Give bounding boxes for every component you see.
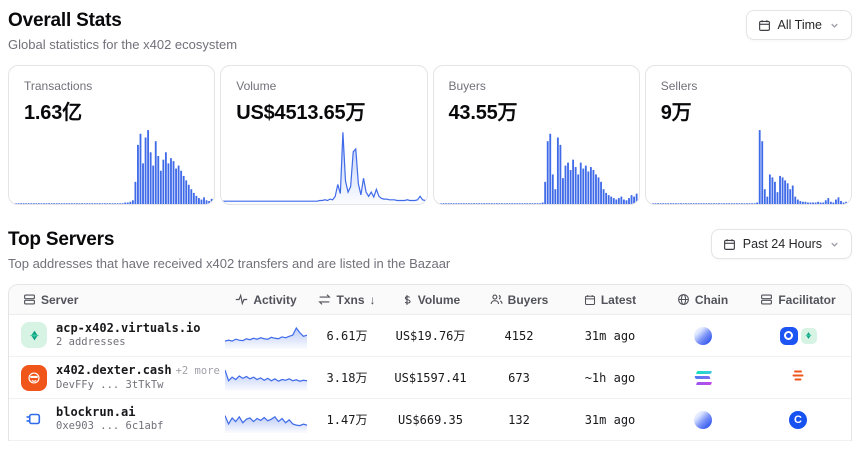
calendar-icon bbox=[758, 19, 771, 32]
stat-card-transactions: Transactions 1.63亿 bbox=[8, 65, 215, 205]
latest-value: 31m ago bbox=[560, 413, 660, 427]
dexter-avatar-icon bbox=[21, 365, 47, 391]
chevron-down-icon bbox=[829, 239, 840, 250]
buyers-chart bbox=[435, 128, 638, 204]
volume-chart bbox=[222, 128, 425, 204]
globe-icon bbox=[677, 293, 690, 306]
time-filter-label: All Time bbox=[778, 18, 822, 32]
stat-value: 43.55万 bbox=[449, 96, 624, 125]
section-subtitle: Top addresses that have received x402 tr… bbox=[8, 256, 450, 271]
activity-sparkline bbox=[225, 407, 307, 433]
facilitator-rows-icon bbox=[760, 293, 773, 306]
column-header-txns[interactable]: Txns ↓ bbox=[311, 293, 383, 307]
more-addresses-badge: +2 more bbox=[176, 365, 220, 377]
stat-card-sellers: Sellers 9万 bbox=[645, 65, 852, 205]
stat-label: Sellers bbox=[661, 79, 836, 93]
column-header-activity[interactable]: Activity bbox=[221, 293, 311, 307]
buyers-value: 4152 bbox=[478, 329, 560, 343]
stat-value: US$4513.65万 bbox=[236, 96, 411, 125]
buyers-value: 132 bbox=[478, 413, 560, 427]
solana-chain-icon bbox=[695, 371, 710, 385]
calendar-icon bbox=[723, 238, 736, 251]
table-row-acp-x402[interactable]: acp-x402.virtuals.io 2 addresses 6.61万 U… bbox=[9, 315, 851, 357]
stat-card-volume: Volume US$4513.65万 bbox=[220, 65, 427, 205]
latest-value: ~1h ago bbox=[560, 371, 660, 385]
base-chain-icon bbox=[694, 327, 712, 345]
txns-value: 3.18万 bbox=[311, 369, 383, 386]
base-chain-icon bbox=[694, 411, 712, 429]
column-header-buyers[interactable]: Buyers bbox=[478, 293, 560, 307]
activity-sparkline bbox=[225, 365, 307, 391]
buyers-people-icon bbox=[490, 293, 503, 306]
server-subtext: 0xe903 ... 6c1abf bbox=[56, 420, 163, 434]
server-subtext: DevFFy ... 3tTkTw bbox=[56, 379, 220, 393]
dexter-facilitator-icon bbox=[790, 368, 806, 387]
dashboard: Overall Stats Global statistics for the … bbox=[0, 0, 860, 441]
top-servers-header: Top Servers Top addresses that have rece… bbox=[8, 229, 852, 271]
cdp-facilitator-icon bbox=[780, 327, 798, 345]
txns-value: 1.47万 bbox=[311, 411, 383, 428]
top-servers-table: Server Activity Txns ↓ Volume Buye bbox=[8, 284, 852, 441]
server-name[interactable]: blockrun.ai bbox=[56, 405, 163, 421]
column-header-chain[interactable]: Chain bbox=[660, 293, 745, 307]
time-filter-label: Past 24 Hours bbox=[743, 237, 822, 251]
stat-label: Buyers bbox=[449, 79, 624, 93]
column-header-facilitator[interactable]: Facilitator bbox=[745, 293, 851, 307]
column-header-server[interactable]: Server bbox=[9, 293, 221, 307]
overall-stats-header: Overall Stats Global statistics for the … bbox=[8, 10, 852, 52]
column-header-latest[interactable]: Latest bbox=[560, 293, 660, 307]
section-title: Top Servers bbox=[8, 229, 450, 251]
sellers-chart bbox=[647, 128, 850, 204]
page-subtitle: Global statistics for the x402 ecosystem bbox=[8, 37, 237, 52]
server-name[interactable]: acp-x402.virtuals.io bbox=[56, 321, 201, 337]
activity-sparkline bbox=[225, 323, 307, 349]
past-24-hours-filter-button[interactable]: Past 24 Hours bbox=[711, 229, 852, 259]
virtuals-avatar-icon bbox=[21, 322, 47, 348]
txns-value: 6.61万 bbox=[311, 327, 383, 344]
calendar-icon bbox=[584, 294, 596, 306]
server-rows-icon bbox=[23, 293, 36, 306]
latest-value: 31m ago bbox=[560, 329, 660, 343]
page-title: Overall Stats bbox=[8, 10, 237, 32]
top-servers-section: Top Servers Top addresses that have rece… bbox=[8, 229, 852, 441]
sort-descending-icon: ↓ bbox=[370, 293, 376, 307]
dollar-icon bbox=[401, 294, 413, 306]
chevron-down-icon bbox=[829, 20, 840, 31]
coinbase-facilitator-icon: C bbox=[789, 411, 807, 429]
table-row-blockrun[interactable]: blockrun.ai 0xe903 ... 6c1abf 1.47万 US$6… bbox=[9, 399, 851, 441]
stat-value: 1.63亿 bbox=[24, 96, 199, 125]
all-time-filter-button[interactable]: All Time bbox=[746, 10, 852, 40]
column-header-volume[interactable]: Volume bbox=[383, 293, 478, 307]
volume-value: US$19.76万 bbox=[383, 327, 478, 344]
stat-card-buyers: Buyers 43.55万 bbox=[433, 65, 640, 205]
swap-arrows-icon bbox=[318, 293, 331, 306]
server-name[interactable]: x402.dexter.cash+2 more bbox=[56, 363, 220, 379]
activity-icon bbox=[235, 293, 248, 306]
volume-value: US$669.35 bbox=[383, 413, 478, 427]
virtuals-facilitator-icon bbox=[801, 328, 817, 344]
stat-label: Transactions bbox=[24, 79, 199, 93]
stat-value: 9万 bbox=[661, 96, 836, 125]
blockrun-avatar-icon bbox=[21, 406, 47, 432]
transactions-chart bbox=[10, 128, 213, 204]
table-row-dexter[interactable]: x402.dexter.cash+2 more DevFFy ... 3tTkT… bbox=[9, 357, 851, 399]
buyers-value: 673 bbox=[478, 371, 560, 385]
volume-value: US$1597.41 bbox=[383, 371, 478, 385]
server-subtext: 2 addresses bbox=[56, 336, 201, 350]
stat-cards: Transactions 1.63亿 Volume US$4513.65万 Bu… bbox=[8, 65, 852, 205]
table-header-row: Server Activity Txns ↓ Volume Buye bbox=[9, 285, 851, 315]
stat-label: Volume bbox=[236, 79, 411, 93]
